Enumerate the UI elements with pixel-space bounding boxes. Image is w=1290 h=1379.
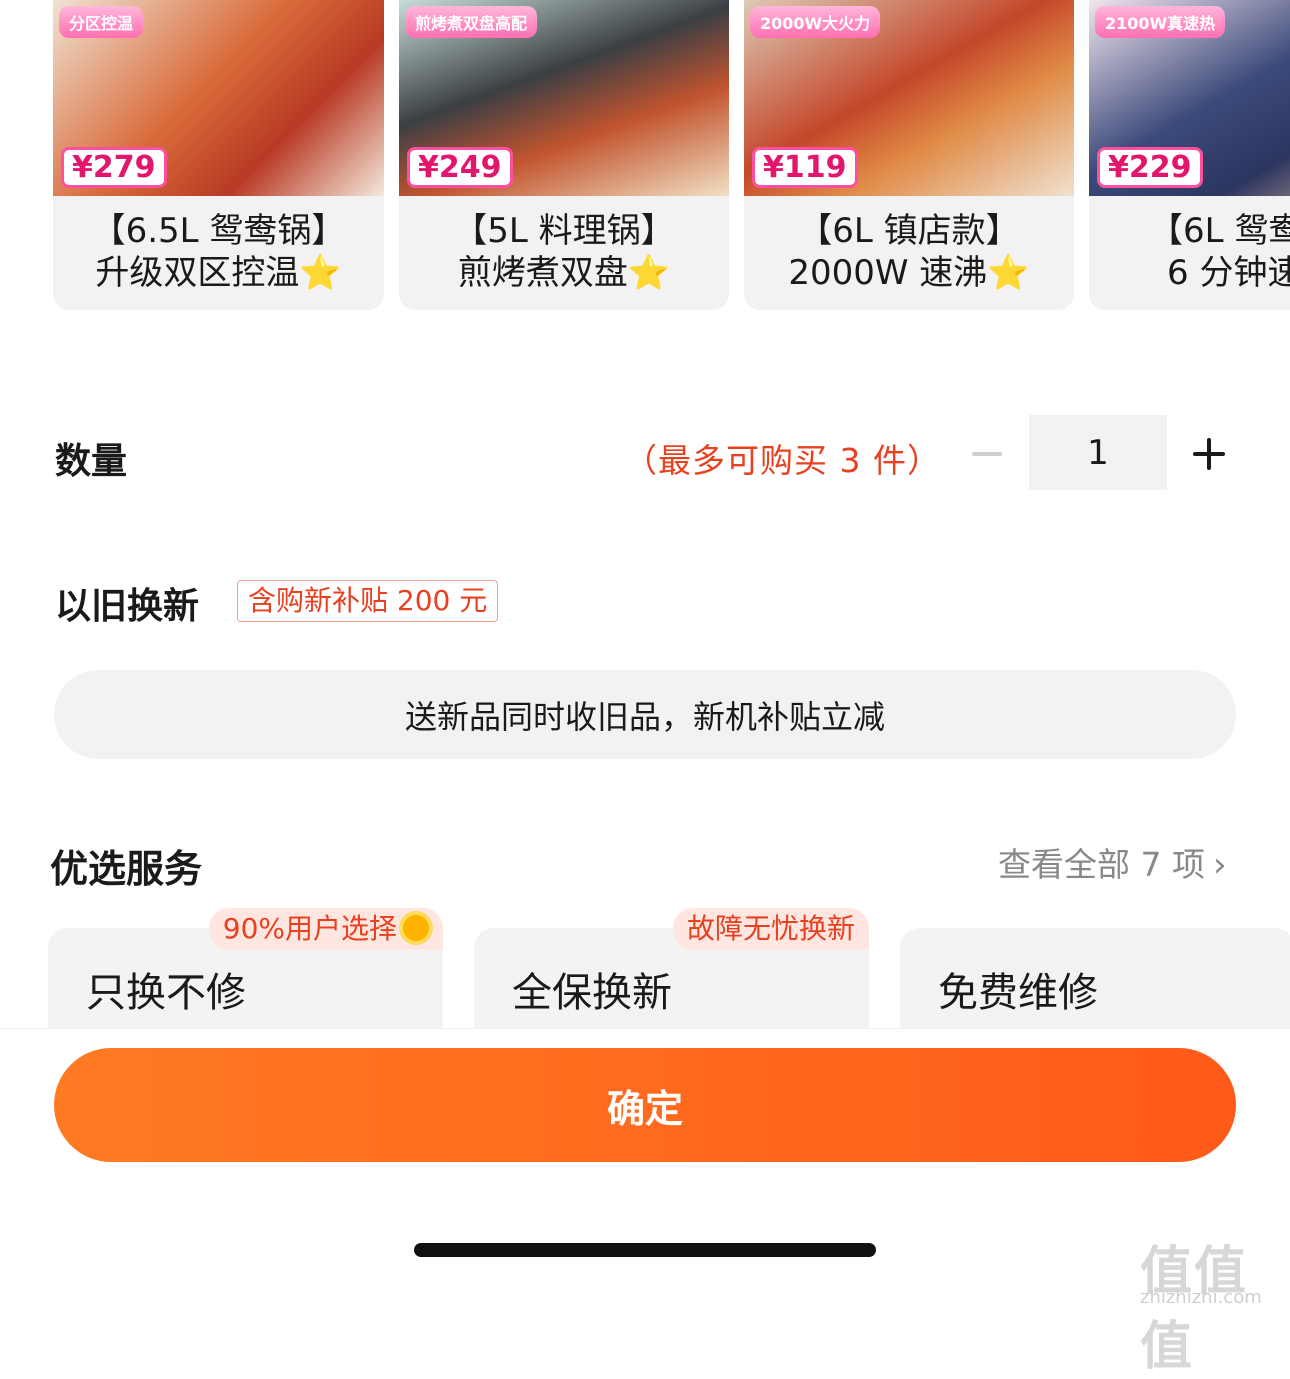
confirm-button[interactable]: 确定 [54, 1048, 1236, 1162]
increase-button[interactable] [1193, 438, 1225, 470]
bottom-action-bar: 确定 值值值 zhizhizhi.com [0, 1028, 1290, 1377]
sun-icon [403, 915, 429, 941]
variant-label: 【6.5L 鸳鸯锅】 升级双区控温⭐ [91, 211, 346, 293]
quantity-title: 数量 [55, 441, 128, 482]
variant-label: 【5L 料理锅】 煎烤煮双盘⭐ [453, 211, 675, 293]
trade-in-subsidy-tag: 含购新补贴 200 元 [237, 580, 499, 622]
decrease-button[interactable] [972, 452, 1002, 456]
variant-carousel: 分区控温 ¥279 【6.5L 鸳鸯锅】 升级双区控温⭐ 煎烤煮双盘高配 ¥24… [0, 0, 1290, 312]
variant-card-6.5L[interactable]: 分区控温 ¥279 【6.5L 鸳鸯锅】 升级双区控温⭐ [53, 0, 384, 310]
variant-card-5L[interactable]: 煎烤煮双盘高配 ¥249 【5L 料理锅】 煎烤煮双盘⭐ [399, 0, 729, 310]
quantity-row: 数量 （最多可购买 3 件） 1 [0, 410, 1290, 500]
service-badge: 故障无忧换新 [672, 908, 869, 950]
services-title: 优选服务 [50, 847, 203, 891]
quantity-limit-text: （最多可购买 3 件） [624, 441, 941, 480]
service-name: 全保换新 [512, 970, 672, 1016]
quantity-input[interactable]: 1 [1029, 415, 1167, 490]
promo-tag: 分区控温 [59, 6, 144, 38]
variant-card-6L-dual[interactable]: 2100W真速热 ¥229 【6L 鸳鸯 6 分钟速 [1089, 0, 1290, 310]
promo-tag: 2100W真速热 [1095, 6, 1226, 38]
view-all-services-link[interactable]: 查看全部 7 项 › [998, 838, 1227, 886]
trade-in-title: 以旧换新 [55, 586, 200, 627]
home-indicator [414, 1243, 876, 1257]
promo-tag: 2000W大火力 [750, 6, 881, 38]
product-image: 2000W大火力 ¥119 [744, 0, 1074, 196]
trade-in-option[interactable]: 送新品同时收旧品，新机补贴立减 [54, 670, 1236, 759]
product-image: 分区控温 ¥279 [53, 0, 384, 196]
chevron-right-icon: › [1212, 845, 1227, 885]
price-badge: ¥229 [1097, 147, 1203, 188]
variant-card-6L[interactable]: 2000W大火力 ¥119 【6L 镇店款】 2000W 速沸⭐ [744, 0, 1074, 310]
price-badge: ¥119 [752, 147, 858, 188]
variant-label: 【6L 鸳鸯 6 分钟速 [1149, 211, 1290, 293]
watermark-url: zhizhizhi.com [1140, 1287, 1262, 1308]
promo-tag: 煎烤煮双盘高配 [405, 6, 538, 38]
price-badge: ¥249 [407, 147, 513, 188]
product-image: 煎烤煮双盘高配 ¥249 [399, 0, 729, 196]
service-name: 免费维修 [938, 970, 1098, 1016]
price-badge: ¥279 [61, 147, 167, 188]
service-badge: 90%用户选择 [208, 908, 443, 950]
variant-label: 【6L 镇店款】 2000W 速沸⭐ [788, 211, 1030, 293]
service-name: 只换不修 [86, 970, 246, 1016]
product-image: 2100W真速热 ¥229 [1089, 0, 1290, 196]
